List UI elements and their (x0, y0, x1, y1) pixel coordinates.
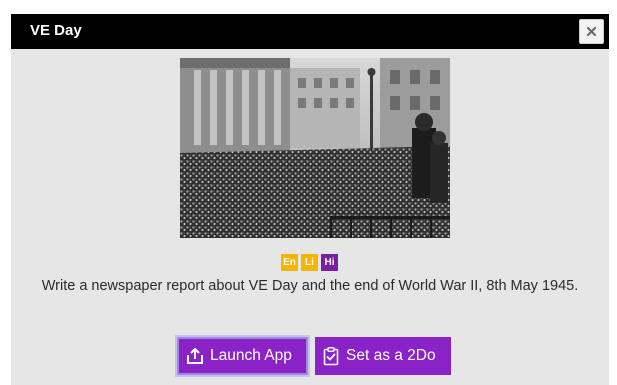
upload-icon (187, 348, 203, 364)
close-icon (586, 26, 597, 37)
level-badge-en: En (281, 254, 298, 271)
set-as-2do-button[interactable]: Set as a 2Do (315, 337, 451, 375)
level-badge-li: Li (301, 254, 318, 271)
dialog-titlebar: VE Day (11, 14, 609, 49)
close-button[interactable] (579, 19, 604, 44)
level-badge-hi: Hi (321, 254, 338, 271)
crowd-photo-image (180, 58, 450, 238)
activity-description: Write a newspaper report about VE Day an… (41, 278, 579, 294)
set-as-2do-label: Set as a 2Do (346, 347, 436, 364)
launch-app-button[interactable]: Launch App (177, 337, 308, 375)
ve-day-dialog: VE Day En Li Hi Write a newspaper report… (11, 14, 609, 385)
activity-photo (180, 58, 450, 238)
clipboard-check-icon (323, 347, 339, 366)
level-badges: En Li Hi (281, 254, 338, 271)
dialog-title: VE Day (30, 22, 82, 39)
launch-app-label: Launch App (210, 347, 292, 364)
